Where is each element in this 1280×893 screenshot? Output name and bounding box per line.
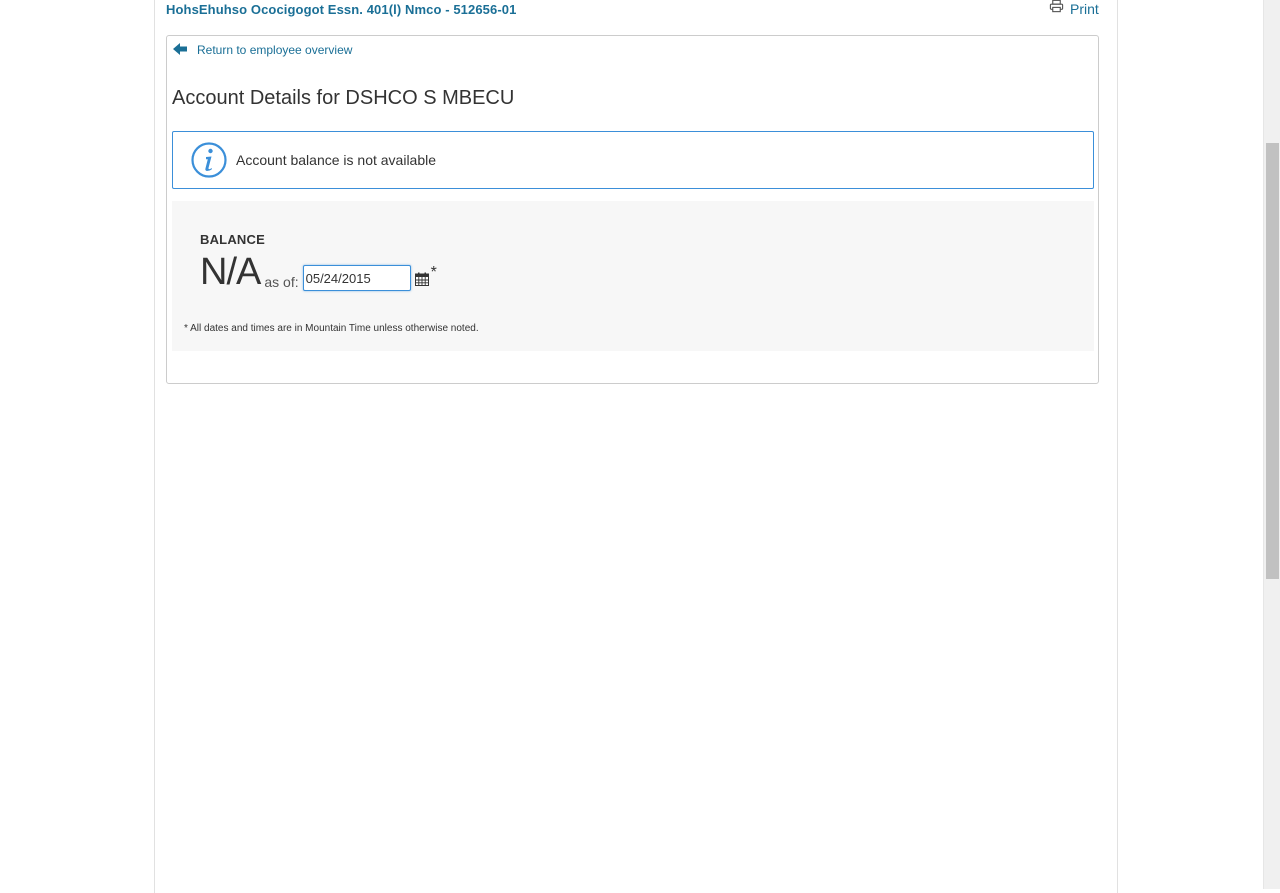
back-link-label: Return to employee overview bbox=[197, 43, 353, 57]
info-icon bbox=[191, 142, 227, 178]
required-asterisk: * bbox=[430, 264, 437, 281]
calendar-icon[interactable] bbox=[414, 272, 429, 286]
info-alert: Account balance is not available bbox=[172, 131, 1094, 189]
return-to-employee-overview-link[interactable]: Return to employee overview bbox=[172, 43, 352, 57]
alert-message: Account balance is not available bbox=[236, 152, 437, 168]
timezone-footnote: * All dates and times are in Mountain Ti… bbox=[184, 323, 479, 334]
print-button[interactable]: Print bbox=[1049, 0, 1099, 17]
arrow-left-icon bbox=[173, 43, 187, 55]
vertical-scrollbar[interactable] bbox=[1263, 0, 1280, 889]
scrollbar-thumb[interactable] bbox=[1266, 143, 1279, 579]
page-title: Account Details for DSHCO S MBECU bbox=[172, 87, 515, 109]
as-of-label: as of: bbox=[264, 274, 299, 290]
balance-section: BALANCE N/A as of: * * All dates and tim… bbox=[172, 201, 1094, 351]
account-details-panel: Return to employee overview Account Deta… bbox=[166, 35, 1099, 384]
balance-label: BALANCE bbox=[200, 232, 265, 247]
plan-title: HohsEhuhso Ococigogot Essn. 401(l) Nmco … bbox=[166, 2, 517, 17]
balance-row: N/A as of: * bbox=[200, 253, 437, 291]
print-label: Print bbox=[1070, 1, 1099, 17]
printer-icon bbox=[1049, 0, 1064, 13]
balance-value: N/A bbox=[200, 251, 261, 293]
as-of-date-input[interactable] bbox=[302, 265, 411, 291]
